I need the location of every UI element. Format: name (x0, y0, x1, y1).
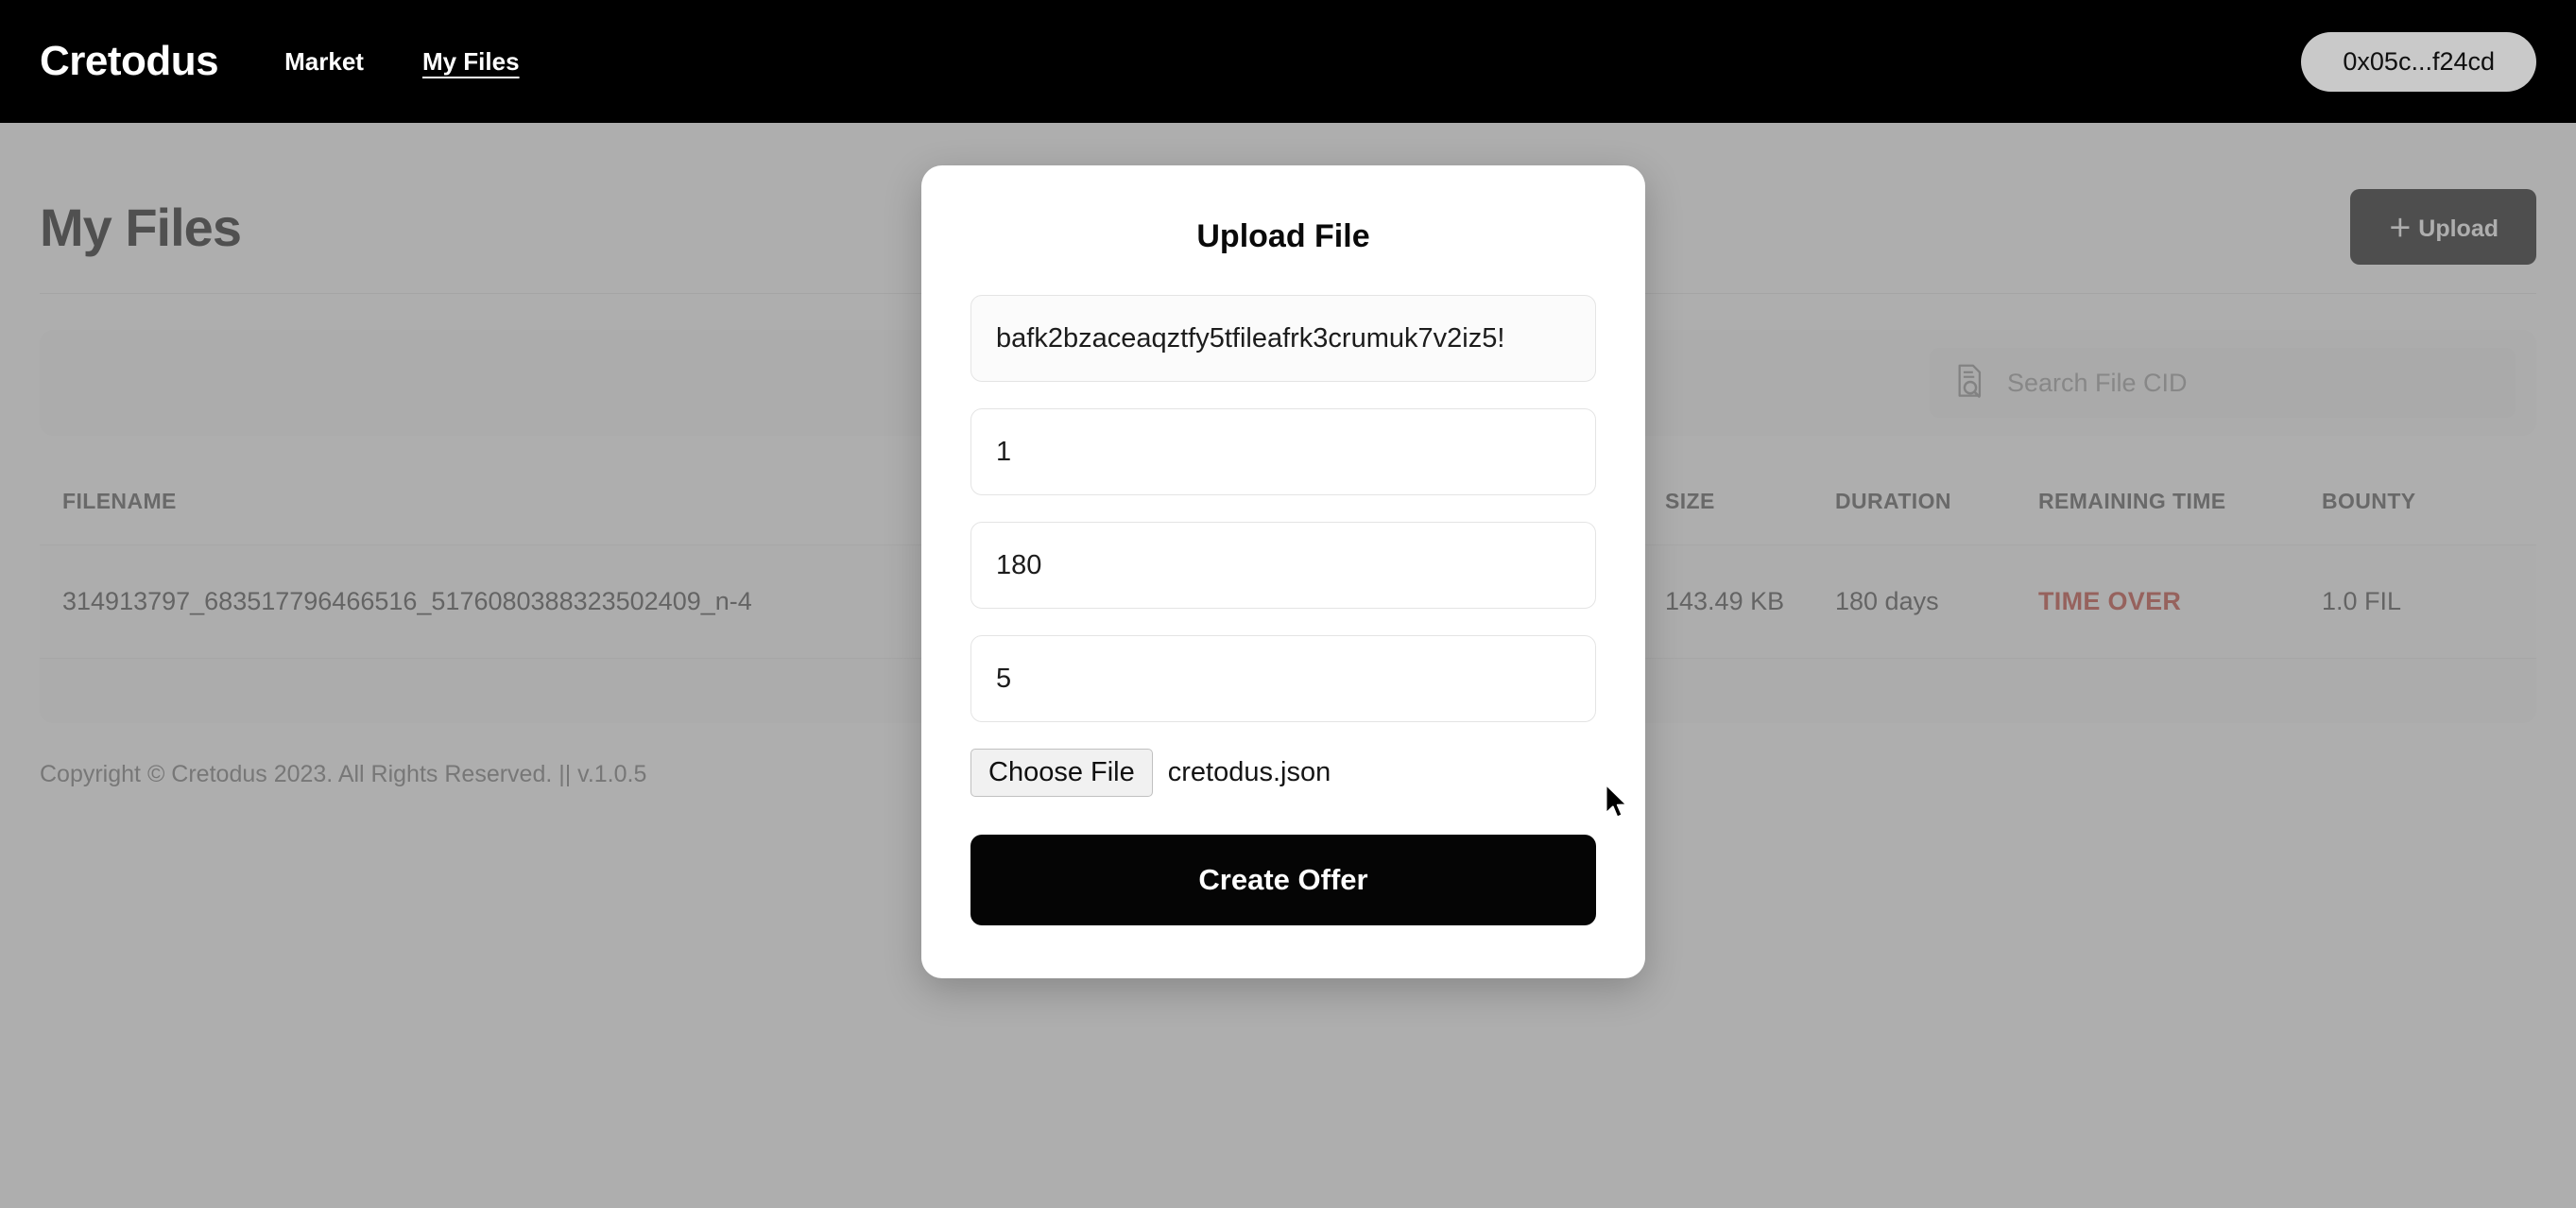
duration-input[interactable] (970, 522, 1596, 609)
chosen-file-name: cretodus.json (1167, 757, 1331, 787)
cid-input[interactable] (970, 295, 1596, 382)
main-nav: Market My Files (284, 47, 519, 77)
choose-file-button[interactable]: Choose File (970, 749, 1153, 797)
app-root: Cretodus Market My Files 0x05c...f24cd M… (0, 0, 2576, 1208)
nav-link-my-files[interactable]: My Files (422, 47, 520, 77)
brand-logo[interactable]: Cretodus (40, 38, 219, 85)
upload-file-modal: Upload File Choose File cretodus.json Cr… (921, 165, 1645, 978)
collateral-input[interactable] (970, 635, 1596, 722)
nav-link-market[interactable]: Market (284, 47, 364, 77)
bounty-input[interactable] (970, 408, 1596, 495)
wallet-address-pill[interactable]: 0x05c...f24cd (2301, 31, 2536, 92)
modal-title: Upload File (1196, 218, 1370, 254)
file-picker-row: Choose File cretodus.json (970, 749, 1596, 797)
top-navbar: Cretodus Market My Files 0x05c...f24cd (0, 0, 2576, 123)
create-offer-button[interactable]: Create Offer (970, 835, 1596, 925)
